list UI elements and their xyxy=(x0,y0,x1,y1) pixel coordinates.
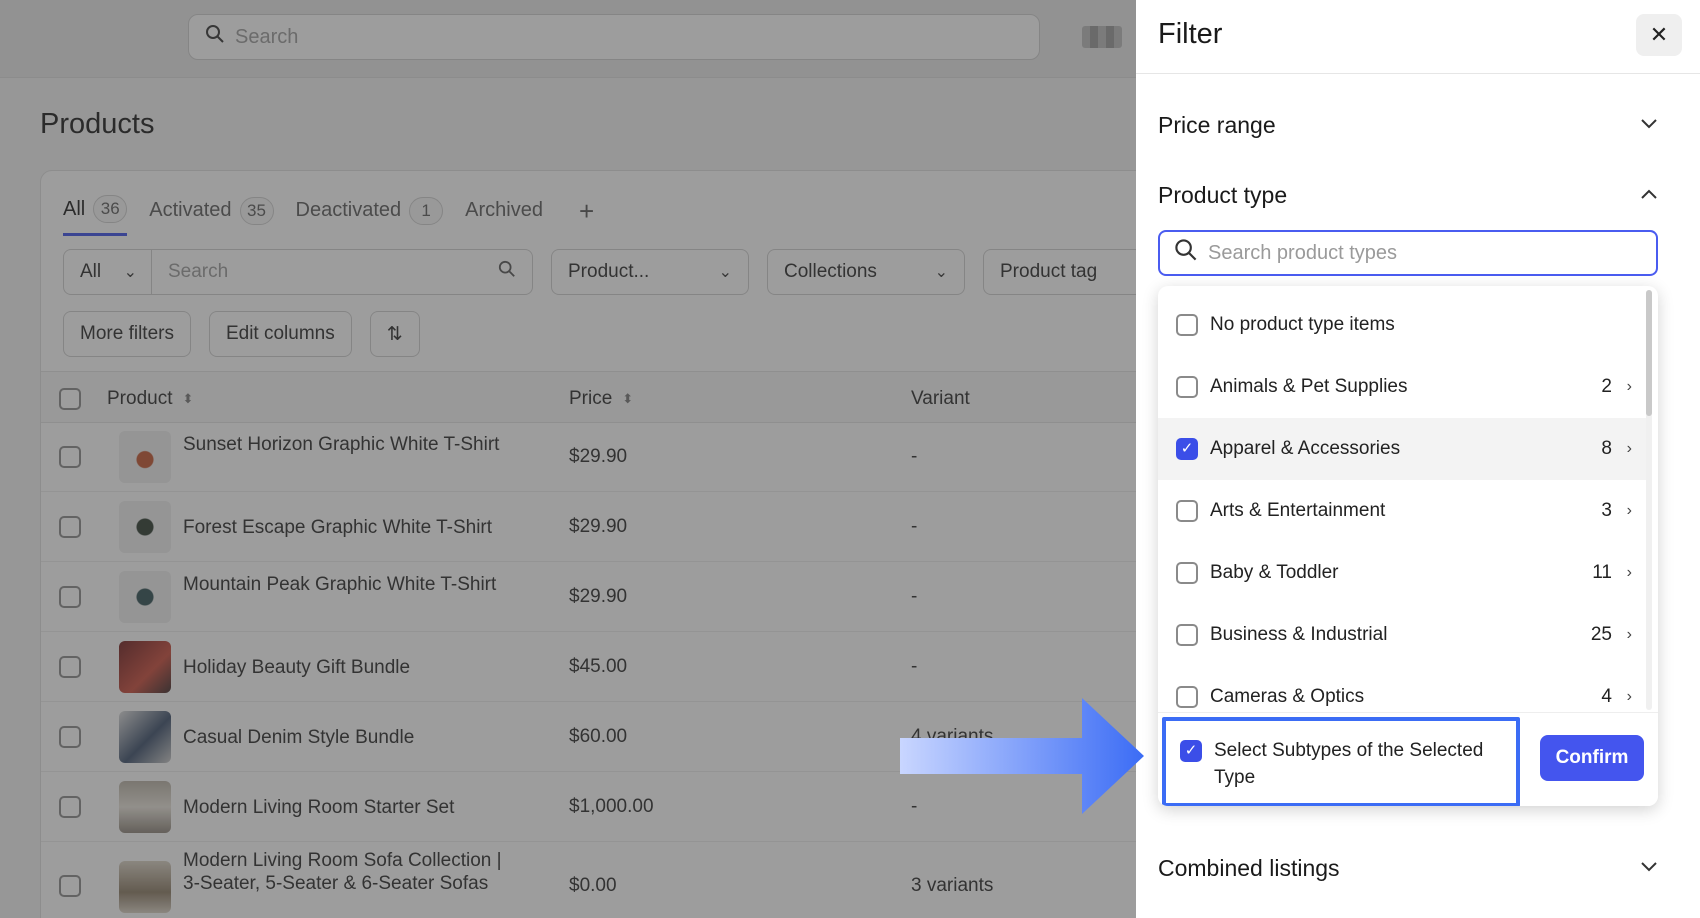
option-label: Cameras & Optics xyxy=(1210,686,1365,707)
option-checkbox[interactable] xyxy=(1176,314,1198,336)
option-count: 4 xyxy=(1601,686,1612,707)
option-checkbox[interactable] xyxy=(1176,376,1198,398)
option-label: No product type items xyxy=(1210,314,1395,335)
section-combined-listings-label: Combined listings xyxy=(1158,855,1340,881)
option-count: 25 xyxy=(1590,624,1612,645)
option-checkbox[interactable] xyxy=(1176,562,1198,584)
search-icon xyxy=(1174,238,1198,268)
chevron-right-icon[interactable]: › xyxy=(1627,440,1632,458)
chevron-down-icon xyxy=(1640,860,1658,878)
section-price-range[interactable]: Price range xyxy=(1158,112,1658,139)
option-count: 11 xyxy=(1592,562,1612,583)
option-label: Apparel & Accessories xyxy=(1210,438,1401,459)
close-button[interactable]: ✕ xyxy=(1636,14,1682,56)
list-item[interactable]: Animals & Pet Supplies 2 › xyxy=(1158,356,1646,418)
chevron-right-icon[interactable]: › xyxy=(1627,688,1632,706)
section-combined-listings[interactable]: Combined listings xyxy=(1158,855,1658,882)
confirm-bar: ✓ Select Subtypes of the Selected Type C… xyxy=(1158,712,1658,806)
option-checkbox[interactable] xyxy=(1176,624,1198,646)
arrow-annotation-icon xyxy=(900,698,1144,819)
drawer-header: Filter ✕ xyxy=(1136,0,1700,74)
select-subtypes-option[interactable]: ✓ Select Subtypes of the Selected Type xyxy=(1162,717,1520,806)
list-item[interactable]: Arts & Entertainment 3 › xyxy=(1158,480,1646,542)
product-type-list: No product type items Animals & Pet Supp… xyxy=(1158,286,1658,806)
chevron-down-icon xyxy=(1640,117,1658,135)
chevron-right-icon[interactable]: › xyxy=(1627,378,1632,396)
option-count: 2 xyxy=(1601,376,1612,397)
close-icon: ✕ xyxy=(1649,22,1669,47)
scrollbar-thumb[interactable] xyxy=(1646,290,1652,416)
section-product-type[interactable]: Product type xyxy=(1158,182,1658,209)
subtypes-checkbox-checked[interactable]: ✓ xyxy=(1180,740,1202,762)
chevron-right-icon[interactable]: › xyxy=(1627,502,1632,520)
chevron-right-icon[interactable]: › xyxy=(1627,626,1632,644)
drawer-title: Filter xyxy=(1158,18,1223,50)
list-item[interactable]: Baby & Toddler 11 › xyxy=(1158,542,1646,604)
section-price-range-label: Price range xyxy=(1158,112,1276,138)
filter-drawer: Filter ✕ Price range Product type Search… xyxy=(1136,0,1700,918)
option-count: 8 xyxy=(1601,438,1612,459)
list-item[interactable]: No product type items xyxy=(1158,294,1646,356)
option-checkbox-checked[interactable]: ✓ xyxy=(1176,438,1198,460)
option-label: Business & Industrial xyxy=(1210,624,1388,645)
chevron-right-icon[interactable]: › xyxy=(1627,564,1632,582)
product-type-search-placeholder: Search product types xyxy=(1208,241,1397,264)
confirm-button[interactable]: Confirm xyxy=(1540,735,1644,781)
subtypes-label: Select Subtypes of the Selected Type xyxy=(1214,740,1484,788)
product-type-search-input[interactable]: Search product types xyxy=(1158,230,1658,276)
option-checkbox[interactable] xyxy=(1176,500,1198,522)
chevron-up-icon xyxy=(1640,187,1658,205)
option-checkbox[interactable] xyxy=(1176,686,1198,708)
option-label: Arts & Entertainment xyxy=(1210,500,1386,521)
option-count: 3 xyxy=(1601,500,1612,521)
section-product-type-label: Product type xyxy=(1158,182,1288,208)
option-label: Animals & Pet Supplies xyxy=(1210,376,1408,397)
list-item[interactable]: ✓ Apparel & Accessories 8 › xyxy=(1158,418,1646,480)
list-item[interactable]: Business & Industrial 25 › xyxy=(1158,604,1646,666)
option-label: Baby & Toddler xyxy=(1210,562,1339,583)
